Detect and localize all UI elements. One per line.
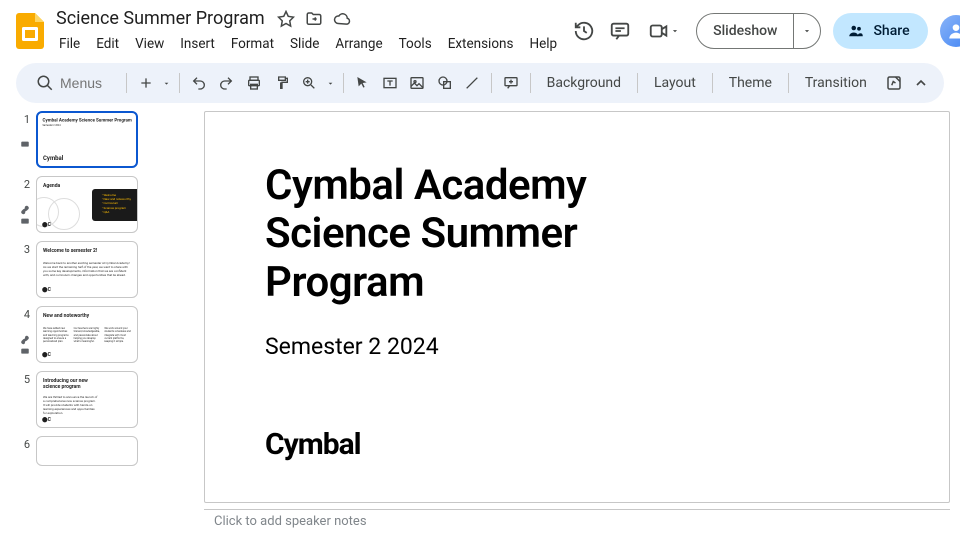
menu-arrange[interactable]: Arrange <box>328 33 389 55</box>
image-tool[interactable] <box>405 69 431 97</box>
menu-format[interactable]: Format <box>224 33 281 55</box>
avatar[interactable] <box>940 15 960 47</box>
toolbar: Background Layout Theme Transition <box>16 63 944 103</box>
slideshow-dropdown-icon[interactable] <box>794 14 820 48</box>
background-button[interactable]: Background <box>537 71 631 95</box>
menu-slide[interactable]: Slide <box>283 33 326 55</box>
slide-thumb-3[interactable]: Welcome to semester 2! Welcome back to a… <box>36 241 138 298</box>
slide-thumb-6[interactable] <box>36 436 138 466</box>
share-button[interactable]: Share <box>833 13 927 49</box>
collapse-toolbar-icon[interactable] <box>908 69 934 97</box>
share-label: Share <box>873 23 909 39</box>
print-button[interactable] <box>241 69 267 97</box>
select-tool[interactable] <box>350 69 376 97</box>
menu-search[interactable] <box>26 70 120 96</box>
thumb-number: 4 <box>16 306 30 321</box>
comment-indicator-icon <box>20 217 30 227</box>
menu-insert[interactable]: Insert <box>173 33 222 55</box>
line-tool[interactable] <box>460 69 486 97</box>
star-icon[interactable] <box>277 10 295 28</box>
move-folder-icon[interactable] <box>305 10 323 28</box>
shape-tool[interactable] <box>432 69 458 97</box>
new-slide-dropdown-icon[interactable] <box>160 69 173 97</box>
layout-button[interactable]: Layout <box>644 71 706 95</box>
cloud-status-icon[interactable] <box>333 10 351 28</box>
slideshow-label[interactable]: Slideshow <box>697 14 794 48</box>
thumb-number: 6 <box>16 436 30 466</box>
zoom-button[interactable] <box>296 69 322 97</box>
menu-search-input[interactable] <box>60 75 110 91</box>
menu-edit[interactable]: Edit <box>89 33 126 55</box>
search-icon <box>36 74 54 92</box>
comment-indicator-icon <box>20 140 30 150</box>
text-box-tool[interactable] <box>377 69 403 97</box>
menu-help[interactable]: Help <box>522 33 564 55</box>
undo-button[interactable] <box>186 69 212 97</box>
theme-button[interactable]: Theme <box>719 71 782 95</box>
slide-canvas[interactable]: Cymbal Academy Science Summer Program Se… <box>204 111 950 503</box>
comments-icon[interactable] <box>608 19 632 43</box>
slide-brand-logo[interactable]: Cymbal <box>265 427 361 462</box>
slide-thumb-1[interactable]: Cymbal Academy Science Summer Program Se… <box>36 111 138 168</box>
menu-tools[interactable]: Tools <box>392 33 439 55</box>
apps-script-icon[interactable] <box>881 69 907 97</box>
link-indicator-icon <box>20 335 30 345</box>
history-icon[interactable] <box>572 19 596 43</box>
comment-indicator-icon <box>20 347 30 357</box>
zoom-dropdown-icon[interactable] <box>324 69 337 97</box>
comment-tool[interactable] <box>498 69 524 97</box>
menu-extensions[interactable]: Extensions <box>441 33 521 55</box>
menu-file[interactable]: File <box>52 33 87 55</box>
people-icon <box>847 22 865 40</box>
slide-thumbnails: 1 Cymbal Academy Science Summer Program … <box>16 111 196 535</box>
thumb-number: 5 <box>16 371 30 428</box>
redo-button[interactable] <box>214 69 240 97</box>
slide-thumb-2[interactable]: Agenda • Welcome• New and noteworthy• Cu… <box>36 176 138 233</box>
paint-format-button[interactable] <box>269 69 295 97</box>
slide-thumb-5[interactable]: Introducing our new science program We a… <box>36 371 138 428</box>
meet-icon[interactable] <box>644 19 684 43</box>
speaker-notes[interactable]: Click to add speaker notes <box>204 509 950 535</box>
slides-logo[interactable] <box>16 13 44 49</box>
menu-bar: File Edit View Insert Format Slide Arran… <box>52 33 564 55</box>
slideshow-button[interactable]: Slideshow <box>696 13 821 49</box>
menu-view[interactable]: View <box>128 33 171 55</box>
thumb-number: 1 <box>16 111 30 126</box>
slide-subtitle[interactable]: Semester 2 2024 <box>265 333 889 360</box>
document-title[interactable]: Science Summer Program <box>52 6 269 31</box>
thumb-number: 3 <box>16 241 30 298</box>
link-indicator-icon <box>20 205 30 215</box>
slide-thumb-4[interactable]: New and noteworthy We have added new lea… <box>36 306 138 363</box>
slide-title[interactable]: Cymbal Academy Science Summer Program <box>265 162 889 307</box>
transition-button[interactable]: Transition <box>795 71 877 95</box>
thumb-number: 2 <box>16 176 30 191</box>
new-slide-button[interactable] <box>133 69 159 97</box>
